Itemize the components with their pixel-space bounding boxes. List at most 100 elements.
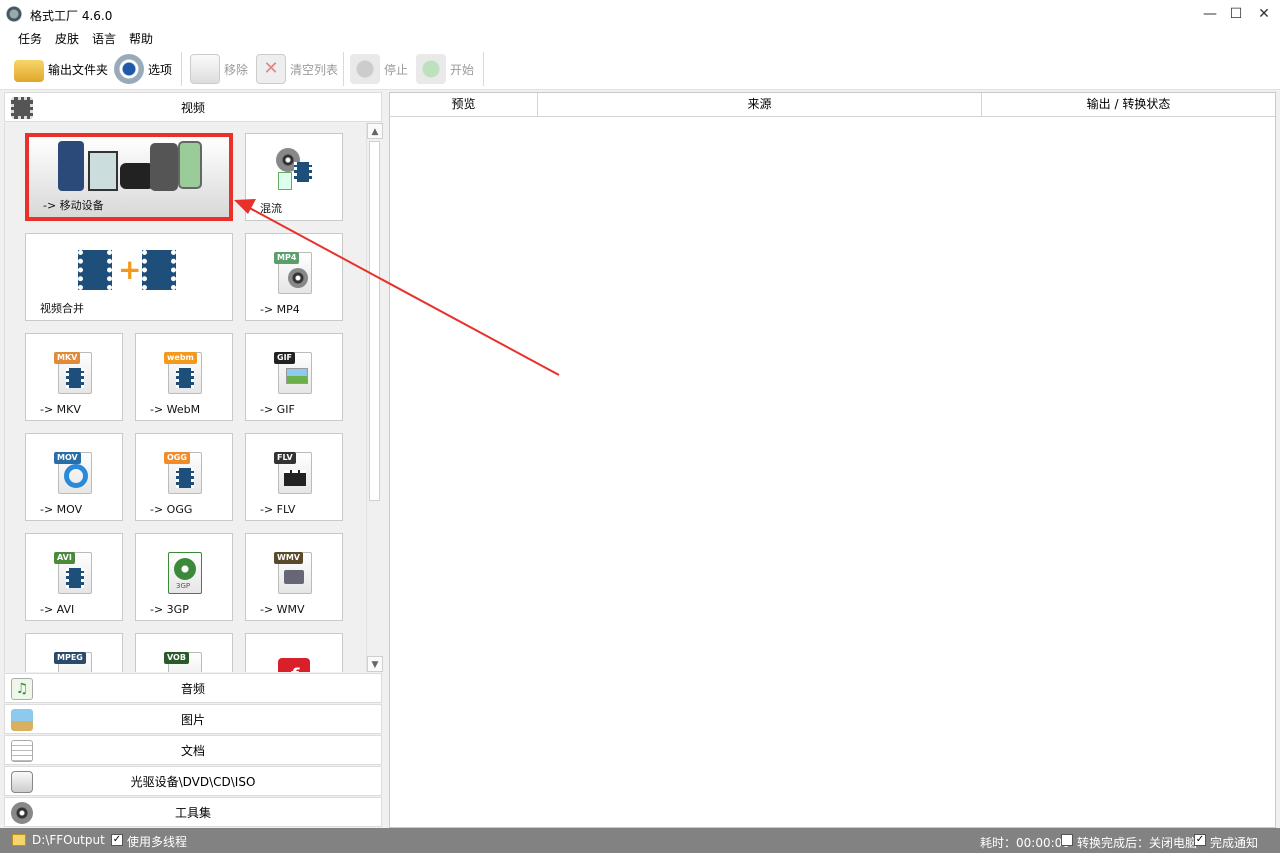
merge-icon: + (74, 248, 184, 294)
task-list[interactable]: 预览 来源 输出 / 转换状态 (389, 92, 1276, 828)
category-optical-label: 光驱设备\DVD\CD\ISO (130, 774, 256, 789)
category-audio-label: 音频 (180, 681, 205, 696)
flash-file-icon: f (274, 648, 314, 672)
tile-gif[interactable]: GIF -> GIF (245, 333, 343, 421)
shutdown-checkbox[interactable] (1061, 834, 1073, 846)
remove-button[interactable]: 移除 (190, 54, 248, 84)
start-button[interactable]: 开始 (416, 54, 474, 84)
avi-tag: AVI (54, 552, 75, 564)
multithread-checkbox[interactable]: ✓ (111, 834, 123, 846)
toolbar-separator (181, 52, 182, 86)
menu-help[interactable]: 帮助 (129, 30, 153, 47)
toolbar-separator (343, 52, 344, 86)
category-document[interactable]: 文档 (4, 735, 382, 765)
tile-flv-label: -> FLV (260, 503, 296, 516)
vob-tag: VOB (164, 652, 189, 664)
column-header-output-status[interactable]: 输出 / 转换状态 (982, 93, 1275, 117)
tile-swf[interactable]: f (245, 633, 343, 672)
category-tools[interactable]: 工具集 (4, 797, 382, 827)
avi-file-icon: AVI (54, 548, 94, 594)
menu-language[interactable]: 语言 (92, 30, 116, 47)
scroll-thumb[interactable] (369, 141, 380, 501)
gif-tag: GIF (274, 352, 296, 364)
category-panel: 视频 -> 移动设备 混流 + 视频合并 MP4 -> MP4 MKV -> M… (4, 92, 383, 827)
tile-mp4-label: -> MP4 (260, 303, 300, 316)
output-path[interactable]: D:\FFOutput (32, 833, 105, 847)
tile-ogg[interactable]: OGG -> OGG (135, 433, 233, 521)
tile-webm-label: -> WebM (150, 403, 201, 416)
category-optical[interactable]: 光驱设备\DVD\CD\ISO (4, 766, 382, 796)
vob-file-icon: VOB (164, 648, 204, 672)
mpeg-file-icon: MPEG (54, 648, 94, 672)
tile-mkv[interactable]: MKV -> MKV (25, 333, 123, 421)
clear-list-button[interactable]: ✕ 清空列表 (256, 54, 338, 84)
category-audio[interactable]: ♫ 音频 (4, 673, 382, 703)
flv-file-icon: FLV (274, 448, 314, 494)
tile-flv[interactable]: FLV -> FLV (245, 433, 343, 521)
close-button[interactable]: ✕ (1250, 0, 1278, 28)
menu-skin[interactable]: 皮肤 (55, 30, 79, 47)
tile-3gp-label: -> 3GP (150, 603, 189, 616)
title-bar: 格式工厂 4.6.0 — ☐ ✕ (0, 0, 1280, 28)
menu-task[interactable]: 任务 (18, 30, 42, 47)
status-bar: D:\FFOutput ✓ 使用多线程 耗时：00:00:00 转换完成后：关闭… (0, 828, 1280, 853)
folder-icon (14, 60, 44, 82)
mpeg-tag: MPEG (54, 652, 86, 664)
mov-file-icon: MOV (54, 448, 94, 494)
mux-icon (274, 148, 314, 194)
column-header-preview[interactable]: 预览 (390, 93, 538, 117)
clear-list-label: 清空列表 (290, 62, 339, 77)
wmv-tag: WMV (274, 552, 303, 564)
tile-webm[interactable]: webm -> WebM (135, 333, 233, 421)
tile-wmv-label: -> WMV (260, 603, 305, 616)
tile-mov[interactable]: MOV -> MOV (25, 433, 123, 521)
mkv-file-icon: MKV (54, 348, 94, 394)
app-icon (6, 6, 22, 22)
tile-mux[interactable]: 混流 (245, 133, 343, 221)
column-header-source[interactable]: 来源 (538, 93, 982, 117)
tile-mp4[interactable]: MP4 -> MP4 (245, 233, 343, 321)
film-icon (11, 97, 33, 119)
tile-mkv-label: -> MKV (40, 403, 81, 416)
gif-file-icon: GIF (274, 348, 314, 394)
mp4-tag: MP4 (274, 252, 300, 264)
category-video-label: 视频 (180, 100, 205, 115)
start-label: 开始 (450, 62, 475, 77)
toolbar-separator (483, 52, 484, 86)
scroll-down-icon[interactable]: ▼ (367, 656, 383, 672)
scroll-up-icon[interactable]: ▲ (367, 123, 383, 139)
3gp-file-icon: 3GP (164, 548, 204, 594)
tile-avi-label: -> AVI (40, 603, 75, 616)
mobile-devices-icon (54, 141, 204, 193)
notify-checkbox[interactable]: ✓ (1194, 834, 1206, 846)
3gp-tag: 3GP (176, 582, 191, 590)
tile-avi[interactable]: AVI -> AVI (25, 533, 123, 621)
drive-icon (11, 771, 33, 793)
grid-scrollbar[interactable]: ▲ ▼ (366, 123, 383, 672)
category-image[interactable]: 图片 (4, 704, 382, 734)
remove-label: 移除 (224, 62, 249, 77)
webm-file-icon: webm (164, 348, 204, 394)
stop-label: 停止 (384, 62, 409, 77)
tile-mux-label: 混流 (260, 202, 282, 215)
tile-mobile-device[interactable]: -> 移动设备 (25, 133, 233, 221)
maximize-button[interactable]: ☐ (1222, 0, 1250, 28)
stop-button[interactable]: 停止 (350, 54, 408, 84)
tile-wmv[interactable]: WMV -> WMV (245, 533, 343, 621)
tile-mpeg[interactable]: MPEG (25, 633, 123, 672)
toolbar: 输出文件夹 选项 移除 ✕ 清空列表 停止 开始 (0, 48, 1280, 90)
document-icon (11, 740, 33, 762)
menu-bar: 任务 皮肤 语言 帮助 (0, 28, 1280, 48)
clear-icon: ✕ (256, 54, 286, 84)
minimize-button[interactable]: — (1196, 0, 1224, 28)
tile-3gp[interactable]: 3GP -> 3GP (135, 533, 233, 621)
output-folder-button[interactable]: 输出文件夹 (14, 54, 108, 84)
options-button[interactable]: 选项 (114, 54, 172, 84)
tile-video-merge[interactable]: + 视频合并 (25, 233, 233, 321)
tile-video-merge-label: 视频合并 (40, 302, 84, 315)
window-title: 格式工厂 4.6.0 (30, 9, 113, 23)
category-video[interactable]: 视频 (4, 92, 382, 122)
tile-vob[interactable]: VOB (135, 633, 233, 672)
options-label: 选项 (148, 62, 173, 77)
start-icon (416, 54, 446, 84)
